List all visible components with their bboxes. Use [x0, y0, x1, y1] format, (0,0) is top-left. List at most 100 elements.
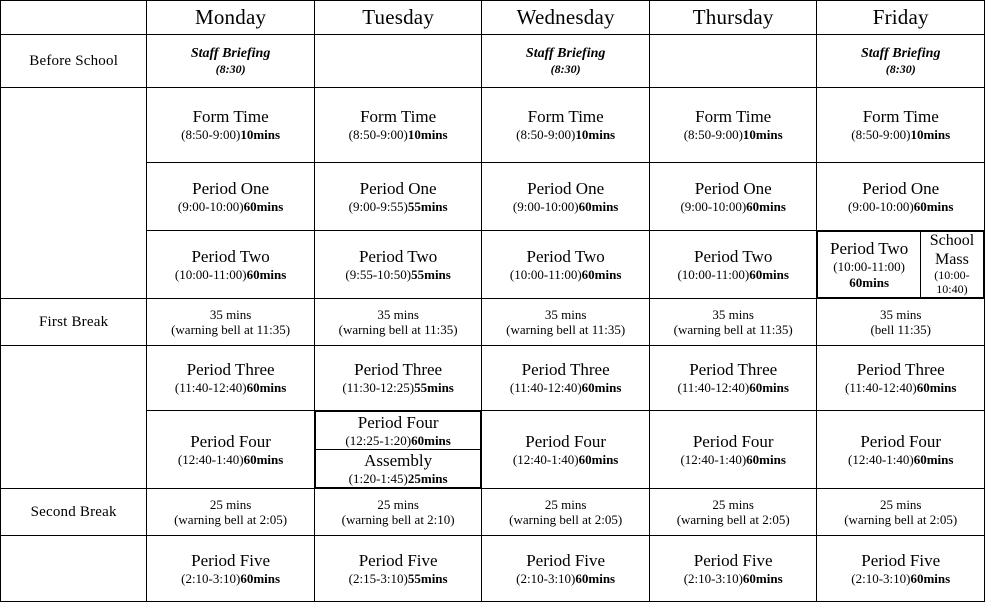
day-header-thursday: Thursday [648, 0, 818, 35]
activity-time: (9:55-10:50)55mins [345, 267, 450, 282]
activity-time: (10:00-11:00)60mins [510, 267, 621, 282]
activity-duration: 60mins [849, 274, 890, 290]
break-duration: 25 mins [377, 496, 419, 512]
day-header-wednesday: Wednesday [481, 0, 650, 35]
day-header-label: Thursday [692, 4, 774, 29]
activity-time-range: (8:50-9:00) [516, 127, 576, 143]
cell-period-one-monday: Period One (9:00-10:00)60mins [146, 162, 315, 231]
activity-time: (8:50-9:00)10mins [181, 127, 280, 142]
activity-title: Period Five [191, 550, 271, 570]
cell-period-four-monday: Period Four (12:40-1:40)60mins [146, 410, 315, 489]
activity-time: (2:10-3:10)60mins [181, 571, 280, 586]
cell-form-time-wednesday: Form Time (8:50-9:00)10mins [481, 87, 650, 163]
activity-time: (9:00-10:00)60mins [680, 199, 785, 214]
cell-form-time-tuesday: Form Time (8:50-9:00)10mins [313, 87, 483, 163]
activity-time-range: (8:50-9:00) [851, 127, 911, 143]
row-label-before-school: Before School [0, 34, 148, 88]
row-label-first-break: First Break [0, 298, 148, 346]
cell-period-two-friday-split: Period Two (10:00-11:00) 60mins School M… [816, 230, 985, 299]
activity-title: Period Five [861, 550, 941, 570]
activity-title: Period Three [521, 360, 610, 380]
activity-title: Period Three [856, 360, 945, 380]
cell-period-four-tuesday-split: Period Four (12:25-1:20)60mins Assembly … [313, 410, 483, 489]
cell-before-school-thursday [648, 34, 818, 88]
break-bell: (warning bell at 2:10) [341, 512, 455, 527]
cell-second-break-friday: 25 mins (warning bell at 2:05) [816, 488, 985, 536]
break-duration: 25 mins [544, 496, 587, 512]
activity-duration: 10mins [407, 127, 448, 143]
activity-time: (8:30) [215, 62, 246, 77]
activity-time-range: (12:40-1:40) [848, 451, 914, 467]
activity-duration: 60mins [575, 570, 616, 586]
cell-period-three-tuesday: Period Three (11:30-12:25)55mins [313, 345, 483, 411]
activity-duration: 60mins [910, 570, 951, 586]
break-duration: 25 mins [879, 496, 922, 512]
activity-time-range: (11:40-12:40) [174, 380, 247, 396]
activity-time: (9:00-10:00)60mins [848, 199, 953, 214]
table-header-row: Monday Tuesday Wednesday Thursday Friday [0, 0, 985, 35]
break-duration: 35 mins [712, 306, 754, 322]
activity-time-range: (11:40-12:40) [844, 380, 917, 396]
activity-time: (11:40-12:40)60mins [510, 380, 621, 395]
day-header-friday: Friday [816, 0, 985, 35]
activity-title: School Mass [929, 232, 975, 268]
break-bell: (warning bell at 2:05) [844, 512, 958, 527]
activity-title: Period One [359, 178, 437, 198]
activity-title: Period Two [526, 246, 605, 266]
cell-form-time-monday: Form Time (8:50-9:00)10mins [146, 87, 315, 163]
row-label-period-five [0, 535, 148, 602]
activity-title: Period Two [191, 246, 270, 266]
activity-title: Period Five [526, 550, 606, 570]
row-label-afternoon-block [0, 345, 148, 489]
activity-time-range: (8:50-9:00) [348, 127, 408, 143]
cell-period-two-wednesday: Period Two (10:00-11:00)60mins [481, 230, 650, 299]
activity-time-range: (9:00-10:00) [680, 198, 747, 214]
activity-title: Staff Briefing [525, 45, 606, 61]
cell-period-one-wednesday: Period One (9:00-10:00)60mins [481, 162, 650, 231]
activity-title: Period Three [689, 360, 778, 380]
tuesday-period-four-split: Period Four (12:25-1:20)60mins Assembly … [315, 411, 481, 488]
cell-period-one-friday: Period One (9:00-10:00)60mins [816, 162, 985, 231]
activity-title: Form Time [360, 107, 437, 127]
activity-duration: 60mins [581, 266, 622, 282]
activity-time-range: (11:40-12:40) [509, 380, 582, 396]
activity-time-range: (2:10-3:10) [851, 570, 911, 586]
activity-time: (2:10-3:10)60mins [516, 571, 615, 586]
cell-form-time-thursday: Form Time (8:50-9:00)10mins [648, 87, 818, 163]
day-header-tuesday: Tuesday [313, 0, 483, 35]
row-period-four: Period Four (12:40-1:40)60mins Period Fo… [1, 410, 985, 489]
activity-time-range: (9:00-10:00) [848, 198, 914, 214]
activity-time-range: (9:00-10:00) [177, 198, 244, 214]
day-header-label: Tuesday [362, 4, 435, 29]
cell-period-three-monday: Period Three (11:40-12:40)60mins [146, 345, 315, 411]
row-label-text: Before School [29, 52, 119, 69]
activity-time: (2:10-3:10)60mins [684, 571, 783, 586]
activity-duration: 60mins [746, 451, 786, 467]
activity-time: (8:50-9:00)10mins [349, 127, 448, 142]
cell-form-time-friday: Form Time (8:50-9:00)10mins [816, 87, 985, 163]
activity-duration: 60mins [913, 198, 954, 214]
break-bell: (warning bell at 2:05) [509, 512, 623, 527]
activity-duration: 55mins [407, 198, 448, 214]
activity-title: Period Four [525, 431, 607, 451]
activity-time: (10:00-11:00)60mins [175, 267, 286, 282]
activity-time-range: (2:10-3:10) [683, 570, 743, 586]
cell-period-three-friday: Period Three (11:40-12:40)60mins [816, 345, 985, 411]
activity-time: (11:40-12:40)60mins [845, 380, 956, 395]
activity-time: (12:40-1:40)60mins [680, 452, 785, 467]
cell-first-break-friday: 35 mins (bell 11:35) [816, 298, 985, 346]
activity-time: (10:00-11:00)60mins [677, 267, 788, 282]
activity-time: (12:40-1:40)60mins [513, 452, 618, 467]
activity-duration: 60mins [749, 380, 789, 396]
corner-cell [0, 0, 148, 35]
activity-title: Period One [694, 178, 772, 198]
activity-duration: 60mins [742, 570, 783, 586]
break-bell: (warning bell at 11:35) [673, 322, 793, 337]
break-duration: 35 mins [377, 306, 419, 322]
activity-title: Assembly [364, 450, 433, 470]
break-bell: (warning bell at 2:05) [676, 512, 790, 527]
activity-title: Form Time [695, 107, 772, 127]
activity-duration: 60mins [913, 451, 954, 467]
activity-time: (1:20-1:45)25mins [349, 471, 448, 486]
cell-period-five-wednesday: Period Five (2:10-3:10)60mins [481, 535, 650, 602]
